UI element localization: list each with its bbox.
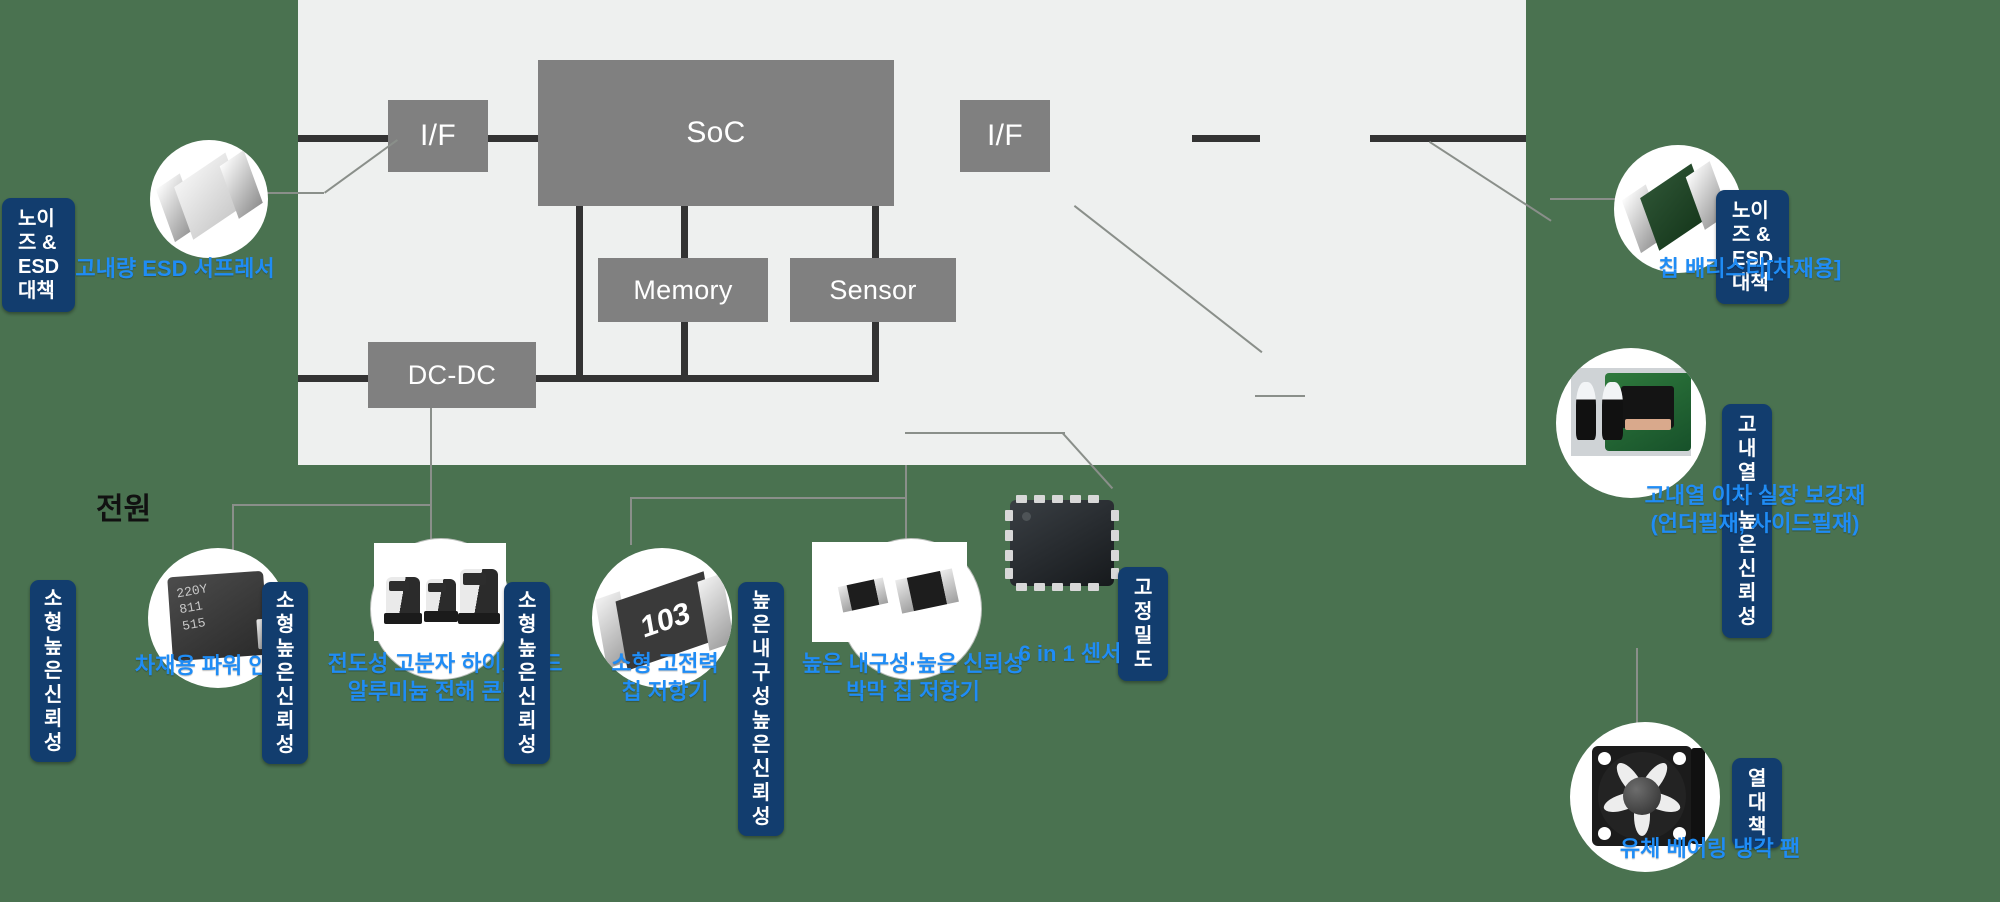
block-if-left-label: I/F [420,119,456,152]
block-sensor: Sensor [790,258,956,322]
wire-sensor-to-bus [872,320,879,382]
block-diagram-panel: I/F SoC I/F Memory Sensor DC-DC [298,0,1526,465]
underfill-syringe-pcb-icon [1571,368,1691,456]
leader-fan-v [1636,648,1638,732]
power-inductor-icon: 220Y 811 515 [167,570,269,662]
leader-power-v [430,408,432,504]
underfill-caption: 고내열 이차 실장 보강재 (언더필재, 사이드필재) [1644,483,1866,536]
wire-right-output [1370,135,1526,142]
leader-sensor-h [905,432,1065,434]
wire-if-left-to-soc [488,135,538,142]
block-dcdc-label: DC-DC [407,359,497,390]
wire-soc-to-if-right [1192,135,1260,142]
block-if-left: I/F [388,100,488,172]
esd-suppressor-caption: 고내량 ESD 서프레서 [75,256,275,281]
leader-power-cap-v [430,504,432,540]
wire-bottom-bus [534,375,879,382]
leader-power-bracket-h [232,504,432,506]
leader-power-inductor-v [232,504,234,556]
electrolytic-capacitor-icon [374,543,506,641]
block-soc-label: SoC [686,116,746,149]
block-memory: Memory [598,258,768,322]
wire-soc-to-memory [681,206,688,260]
thin-film-resistor-icon [812,542,967,642]
leader-res-bracket-h [630,497,905,499]
underfill-circle [1556,348,1706,498]
wire-soc-to-bus [576,206,583,382]
wire-memory-to-bus [681,320,688,382]
cooling-fan-caption: 유체 베어링 냉각 팬 [1619,836,1801,861]
block-memory-label: Memory [633,274,733,305]
block-if-right: I/F [960,100,1050,172]
cooling-fan-icon [1592,746,1705,846]
wire-left-input [298,135,394,142]
wire-dcdc-input [298,375,370,382]
block-dcdc: DC-DC [368,342,536,408]
leader-underfill-h [1255,395,1305,397]
thin-film-resistor-badge: 높은 내구성 높은 신뢰성 [738,582,785,836]
block-if-right-label: I/F [987,119,1023,152]
chip-varistor-badge: 노이즈 & ESD 대책 [1716,190,1790,304]
chip-resistor-badge: 소형 높은 신뢰성 [504,582,551,764]
chip-component-icon [150,140,268,258]
leader-res-root-v [905,465,907,497]
power-inductor-badge: 소형 높은 신뢰성 [30,580,77,762]
wire-soc-to-sensor [872,206,879,260]
block-soc: SoC [538,60,894,206]
esd-suppressor-circle [150,140,268,258]
chip-varistor-caption: 칩 배리스터[차재용] [1658,256,1842,281]
qfn-sensor-icon [1005,495,1119,591]
diagram-canvas: I/F SoC I/F Memory Sensor DC-DC 노이즈 & ES… [0,0,2000,902]
block-sensor-label: Sensor [829,274,917,305]
six-in-one-sensor-caption: 6 in 1 센서 [1018,641,1122,666]
power-section-label: 전원 [96,493,152,526]
leader-res-chip-v [630,497,632,545]
